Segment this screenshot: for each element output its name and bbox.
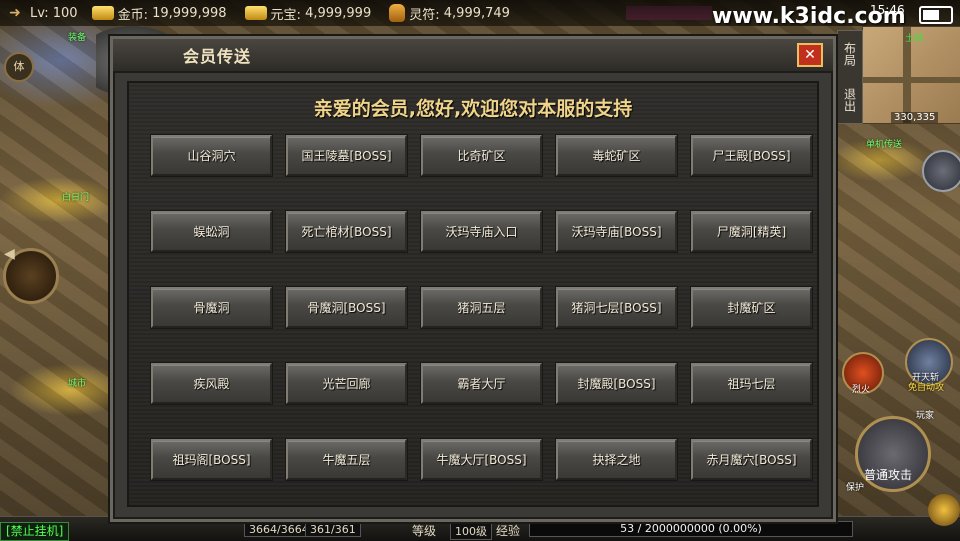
player-label[interactable]: 玩家 — [916, 408, 934, 421]
teleport-button[interactable]: 山谷洞穴 — [151, 135, 272, 176]
hp-value: 3664/3664 — [244, 522, 314, 537]
teleport-button[interactable]: 赤月魔穴[BOSS] — [691, 439, 812, 480]
minimap[interactable]: 土城 330,335 — [862, 26, 960, 124]
teleport-button[interactable]: 尸王殿[BOSS] — [691, 135, 812, 176]
exp-value: 53 / 2000000000 (0.00%) — [620, 522, 762, 535]
teleport-button[interactable]: 蜈蚣洞 — [151, 211, 272, 252]
guard-label[interactable]: 保护 — [846, 480, 864, 493]
left-label-mid: 白日门 — [62, 193, 90, 203]
teleport-button[interactable]: 尸魔洞[精英] — [691, 211, 812, 252]
exit-tab[interactable]: 退出 — [842, 88, 859, 112]
minimap-coordinates: 330,335 — [891, 112, 939, 123]
player-level: Lv: 100 — [30, 5, 78, 21]
teleport-button[interactable]: 光芒回廊 — [286, 363, 407, 404]
teleport-button[interactable]: 骨魔洞 — [151, 287, 272, 328]
body-button[interactable]: 体 — [4, 52, 34, 82]
left-label-top: 装备 — [68, 33, 87, 43]
level-value: 100级 — [450, 522, 492, 540]
lingfu-value: 4,999,749 — [443, 5, 510, 21]
teleport-button[interactable]: 抉择之地 — [556, 439, 677, 480]
left-label-low: 城市 — [68, 379, 87, 389]
gold-ingot-icon — [91, 6, 114, 20]
teleport-button[interactable]: 毒蛇矿区 — [556, 135, 677, 176]
dialog-body: 亲爱的会员,您好,欢迎您对本服的支持 山谷洞穴 国王陵墓[BOSS] 比奇矿区 … — [127, 81, 819, 507]
level-label: 等级 — [412, 524, 437, 538]
teleport-button[interactable]: 国王陵墓[BOSS] — [286, 135, 407, 176]
teleport-button[interactable]: 比奇矿区 — [421, 135, 542, 176]
lingfu-currency: 灵符: 4,999,749 — [389, 4, 510, 23]
battery-icon — [919, 6, 953, 24]
yuanbao-currency: 元宝: 4,999,999 — [244, 4, 372, 23]
layout-tab[interactable]: 布局 — [842, 42, 859, 66]
clock: 15:46 — [870, 3, 905, 17]
teleport-button[interactable]: 牛魔五层 — [286, 439, 407, 480]
expand-arrow-icon[interactable]: ➜ — [0, 5, 30, 21]
teleport-button[interactable]: 疾风殿 — [151, 363, 272, 404]
target-skill-icon[interactable] — [922, 150, 960, 192]
teleport-grid: 山谷洞穴 国王陵墓[BOSS] 比奇矿区 毒蛇矿区 尸王殿[BOSS] 蜈蚣洞 … — [151, 135, 812, 480]
attack-label: 普通攻击 — [864, 468, 913, 482]
exp-bar: 53 / 2000000000 (0.00%) — [529, 521, 853, 537]
member-teleport-dialog: 会员传送 ✕ 亲爱的会员,您好,欢迎您对本服的支持 山谷洞穴 国王陵墓[BOSS… — [110, 36, 836, 522]
collapse-left-arrow-icon[interactable]: ◀ — [4, 246, 15, 262]
gold-value: 19,999,998 — [152, 5, 227, 21]
teleport-button[interactable]: 霸者大厅 — [421, 363, 542, 404]
teleport-button[interactable]: 沃玛寺庙入口 — [421, 211, 542, 252]
minimap-location: 土城 — [905, 34, 924, 44]
close-button[interactable]: ✕ — [797, 43, 823, 67]
teleport-button[interactable]: 猪洞七层[BOSS] — [556, 287, 677, 328]
teleport-label: 单机传送 — [866, 140, 903, 150]
yuanbao-value: 4,999,999 — [305, 5, 372, 21]
side-tabs: 布局 退出 — [837, 30, 863, 124]
teleport-button[interactable]: 沃玛寺庙[BOSS] — [556, 211, 677, 252]
sun-skill-icon[interactable] — [928, 494, 960, 526]
welcome-message: 亲爱的会员,您好,欢迎您对本服的支持 — [313, 98, 633, 120]
minimap-road — [863, 77, 960, 83]
teleport-button[interactable]: 祖玛阁[BOSS] — [151, 439, 272, 480]
gold-currency: 金币: 19,999,998 — [91, 4, 227, 23]
teleport-button[interactable]: 祖玛七层 — [691, 363, 812, 404]
dialog-title: 会员传送 — [183, 47, 252, 66]
yuanbao-icon — [244, 6, 267, 20]
ban-afk-banner[interactable]: [禁止挂机] — [0, 522, 70, 541]
teleport-button[interactable]: 牛魔大厅[BOSS] — [421, 439, 542, 480]
open-sky-sublabel: 免自动攻 — [908, 383, 945, 393]
exp-label: 经验 — [496, 524, 521, 538]
mp-value: 361/361 — [305, 522, 361, 537]
teleport-button[interactable]: 封魔殿[BOSS] — [556, 363, 677, 404]
teleport-button[interactable]: 封魔矿区 — [691, 287, 812, 328]
dialog-header: 会员传送 ✕ — [113, 39, 833, 73]
teleport-button[interactable]: 死亡棺材[BOSS] — [286, 211, 407, 252]
teleport-button[interactable]: 猪洞五层 — [421, 287, 542, 328]
teleport-button[interactable]: 骨魔洞[BOSS] — [286, 287, 407, 328]
lingfu-bag-icon — [389, 4, 406, 22]
fire-skill-label: 烈火 — [852, 385, 871, 395]
